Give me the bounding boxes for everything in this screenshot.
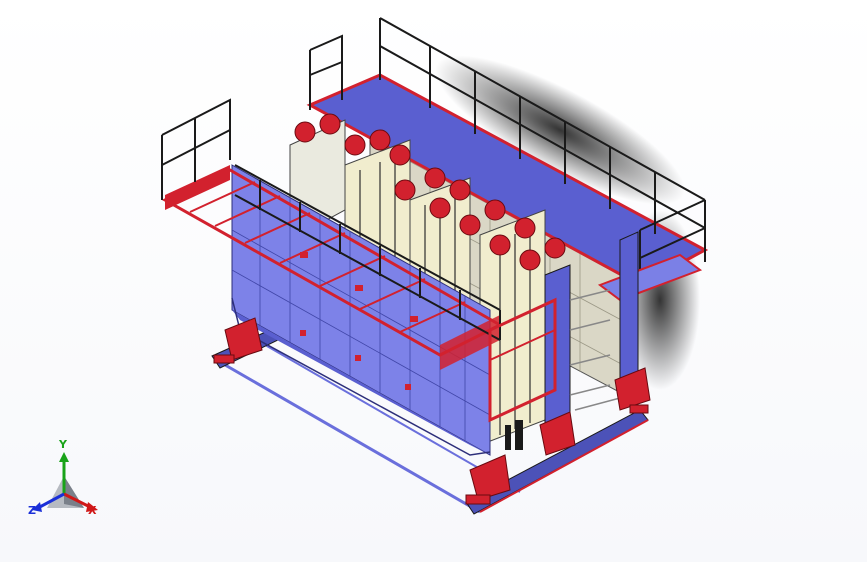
- coordinate-triad: Y X Z: [22, 438, 112, 526]
- y-axis-label: Y: [59, 438, 67, 451]
- z-axis-label: Z: [28, 504, 36, 517]
- assembly-model[interactable]: [0, 0, 867, 562]
- cad-viewport[interactable]: Y X Z: [0, 0, 867, 562]
- x-axis-label: X: [88, 504, 97, 517]
